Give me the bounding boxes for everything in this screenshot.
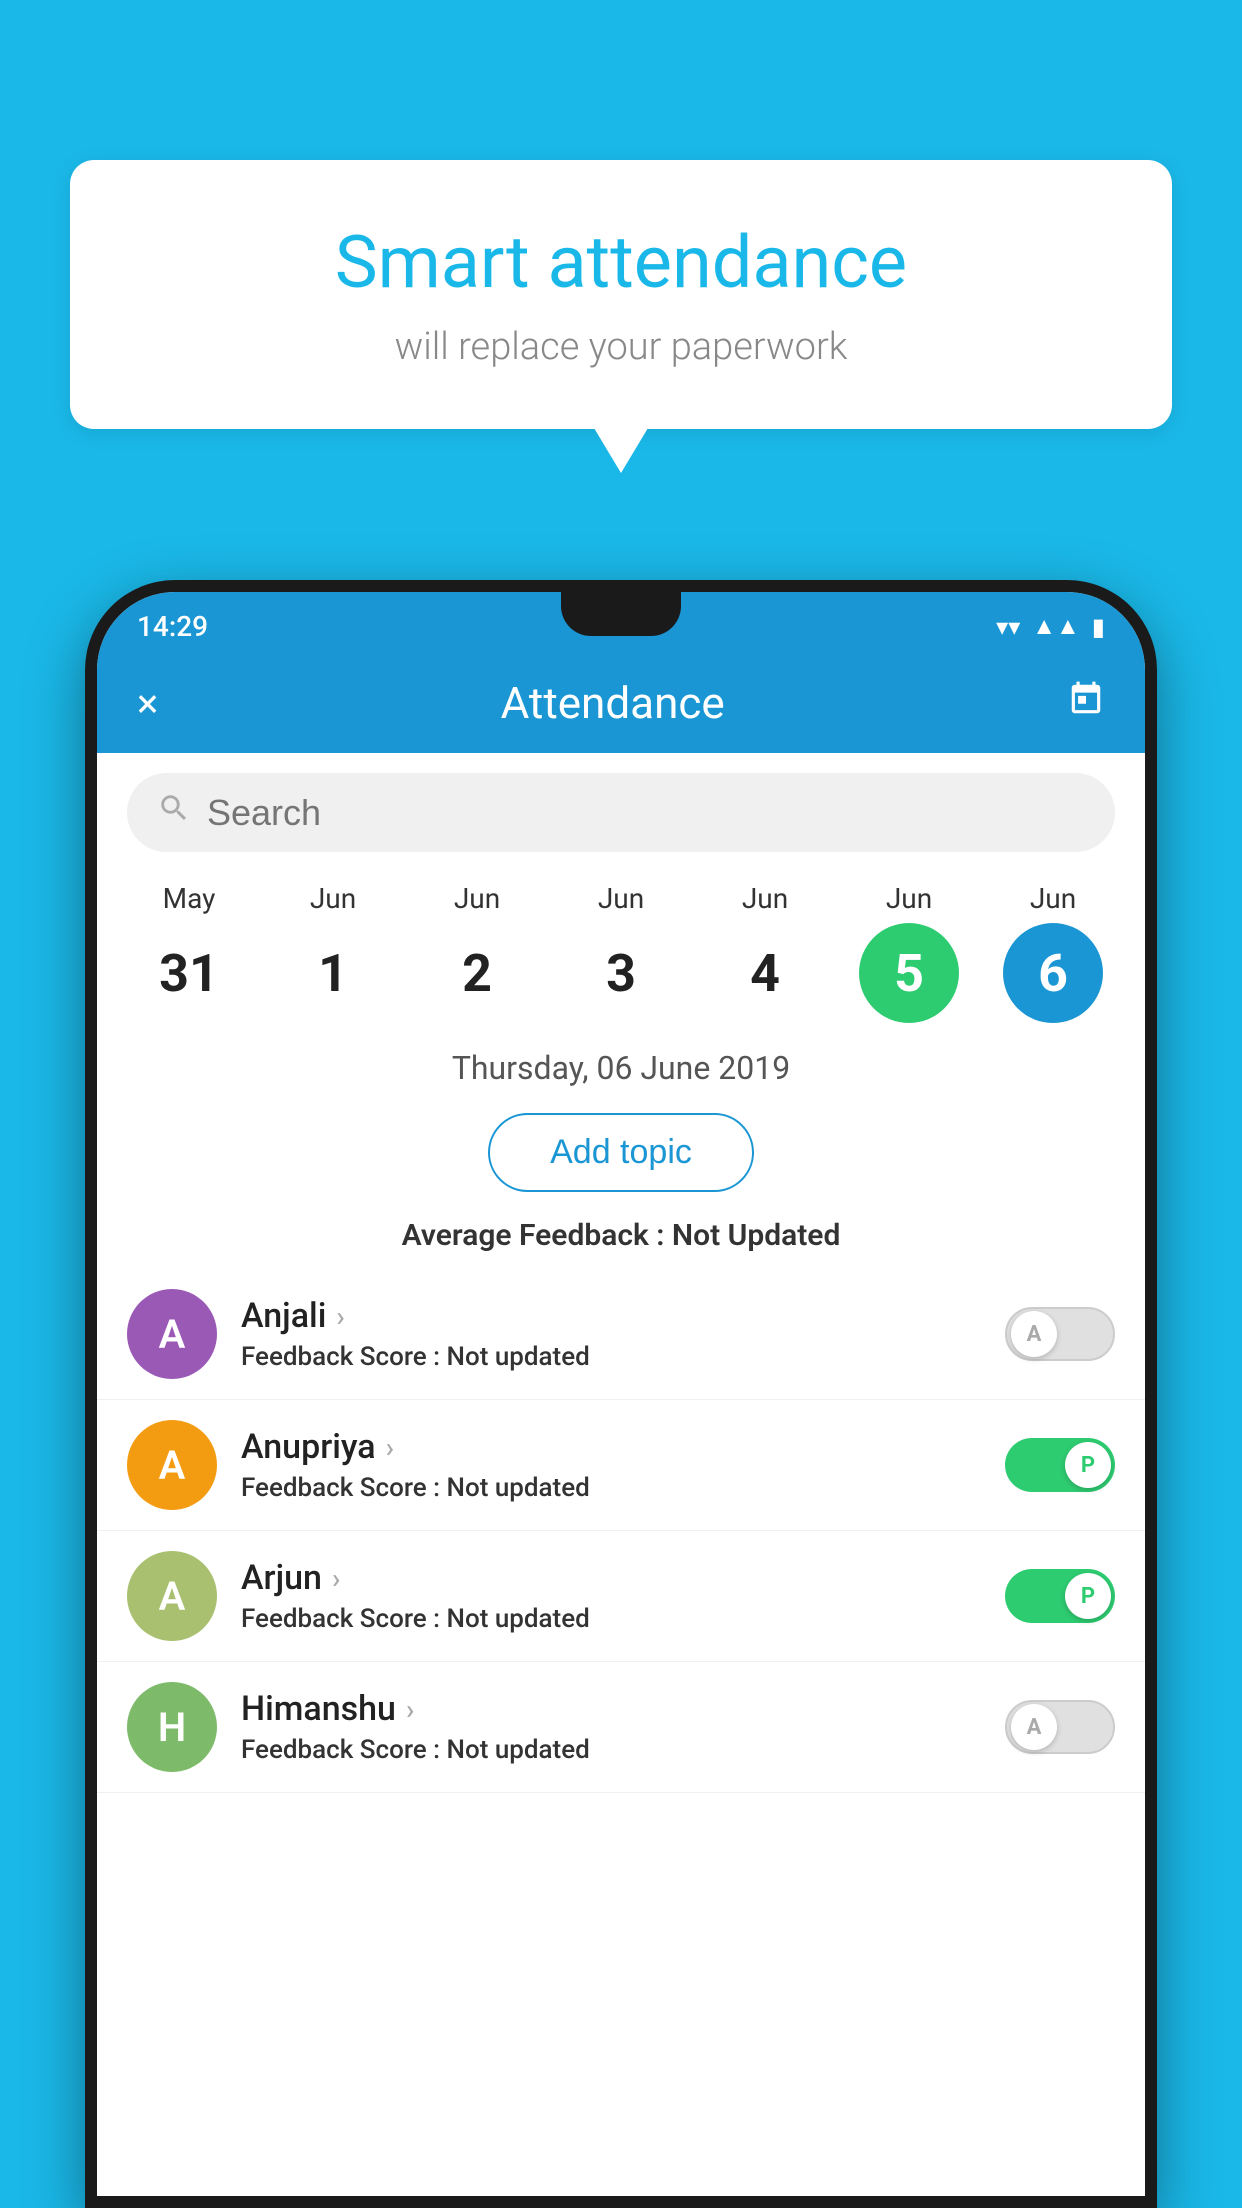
- avg-feedback-value: Not Updated: [672, 1218, 840, 1253]
- month-5: Jun: [886, 882, 932, 915]
- toggle-container[interactable]: A: [1005, 1700, 1115, 1754]
- student-name: Himanshu ›: [241, 1689, 981, 1729]
- chevron-right-icon: ›: [386, 1431, 394, 1464]
- header-title: Attendance: [501, 677, 725, 729]
- signal-icon: ▲▲: [1032, 612, 1080, 641]
- wifi-icon: ▾▾: [996, 613, 1020, 641]
- date-col-4[interactable]: Jun 4: [700, 882, 830, 1023]
- day-3: 3: [571, 923, 671, 1023]
- search-icon: [157, 791, 191, 834]
- status-bar: 14:29 ▾▾ ▲▲ ▮: [97, 592, 1145, 653]
- close-button[interactable]: ×: [137, 680, 158, 727]
- list-item: H Himanshu › Feedback Score : Not update…: [97, 1662, 1145, 1793]
- search-bar[interactable]: [127, 773, 1115, 852]
- avg-feedback-label: Average Feedback :: [402, 1218, 672, 1253]
- speech-bubble-container: Smart attendance will replace your paper…: [70, 160, 1172, 429]
- avg-feedback: Average Feedback : Not Updated: [97, 1202, 1145, 1269]
- feedback-score: Feedback Score : Not updated: [241, 1342, 981, 1372]
- date-col-5[interactable]: Jun 5: [844, 882, 974, 1023]
- student-info[interactable]: Anupriya › Feedback Score : Not updated: [241, 1427, 981, 1503]
- student-name: Anupriya ›: [241, 1427, 981, 1467]
- chevron-right-icon: ›: [336, 1300, 344, 1333]
- speech-bubble: Smart attendance will replace your paper…: [70, 160, 1172, 429]
- day-0: 31: [139, 923, 239, 1023]
- search-input[interactable]: [207, 792, 1085, 834]
- day-6: 6: [1003, 923, 1103, 1023]
- list-item: A Anupriya › Feedback Score : Not update…: [97, 1400, 1145, 1531]
- selected-date: Thursday, 06 June 2019: [97, 1033, 1145, 1103]
- toggle-container[interactable]: A: [1005, 1307, 1115, 1361]
- date-col-6[interactable]: Jun 6: [988, 882, 1118, 1023]
- notch: [561, 592, 681, 636]
- day-5: 5: [859, 923, 959, 1023]
- feedback-score: Feedback Score : Not updated: [241, 1604, 981, 1634]
- toggle-knob: P: [1065, 1442, 1111, 1488]
- app-header: × Attendance: [97, 653, 1145, 753]
- attendance-toggle[interactable]: A: [1005, 1307, 1115, 1361]
- attendance-toggle[interactable]: P: [1005, 1438, 1115, 1492]
- calendar-row: May 31 Jun 1 Jun 2 Jun 3 Jun 4: [97, 872, 1145, 1033]
- toggle-knob: P: [1065, 1573, 1111, 1619]
- avatar: A: [127, 1420, 217, 1510]
- student-name: Arjun ›: [241, 1558, 981, 1598]
- phone-screen: 14:29 ▾▾ ▲▲ ▮ × Attendance: [97, 592, 1145, 2196]
- status-icons: ▾▾ ▲▲ ▮: [996, 612, 1105, 641]
- month-6: Jun: [1030, 882, 1076, 915]
- student-info[interactable]: Anjali › Feedback Score : Not updated: [241, 1296, 981, 1372]
- list-item: A Arjun › Feedback Score : Not updated P: [97, 1531, 1145, 1662]
- status-time: 14:29: [137, 610, 208, 643]
- feedback-score: Feedback Score : Not updated: [241, 1735, 981, 1765]
- bubble-title: Smart attendance: [150, 220, 1092, 305]
- avatar: A: [127, 1289, 217, 1379]
- toggle-container[interactable]: P: [1005, 1569, 1115, 1623]
- avatar: A: [127, 1551, 217, 1641]
- month-3: Jun: [598, 882, 644, 915]
- month-0: May: [163, 882, 216, 915]
- day-2: 2: [427, 923, 527, 1023]
- chevron-right-icon: ›: [332, 1562, 340, 1595]
- date-col-3[interactable]: Jun 3: [556, 882, 686, 1023]
- student-list: A Anjali › Feedback Score : Not updated …: [97, 1269, 1145, 2196]
- feedback-score: Feedback Score : Not updated: [241, 1473, 981, 1503]
- toggle-container[interactable]: P: [1005, 1438, 1115, 1492]
- day-1: 1: [283, 923, 383, 1023]
- month-4: Jun: [742, 882, 788, 915]
- month-2: Jun: [454, 882, 500, 915]
- student-name: Anjali ›: [241, 1296, 981, 1336]
- toggle-knob: A: [1011, 1704, 1057, 1750]
- student-info[interactable]: Himanshu › Feedback Score : Not updated: [241, 1689, 981, 1765]
- bubble-subtitle: will replace your paperwork: [150, 325, 1092, 369]
- date-col-0[interactable]: May 31: [124, 882, 254, 1023]
- phone-frame: 14:29 ▾▾ ▲▲ ▮ × Attendance: [85, 580, 1157, 2208]
- chevron-right-icon: ›: [406, 1693, 414, 1726]
- student-info[interactable]: Arjun › Feedback Score : Not updated: [241, 1558, 981, 1634]
- battery-icon: ▮: [1092, 613, 1105, 641]
- attendance-toggle[interactable]: A: [1005, 1700, 1115, 1754]
- toggle-knob: A: [1011, 1311, 1057, 1357]
- add-topic-button[interactable]: Add topic: [488, 1113, 754, 1192]
- calendar-icon[interactable]: [1067, 680, 1105, 727]
- attendance-toggle[interactable]: P: [1005, 1569, 1115, 1623]
- avatar: H: [127, 1682, 217, 1772]
- day-4: 4: [715, 923, 815, 1023]
- month-1: Jun: [310, 882, 356, 915]
- date-col-1[interactable]: Jun 1: [268, 882, 398, 1023]
- list-item: A Anjali › Feedback Score : Not updated …: [97, 1269, 1145, 1400]
- date-col-2[interactable]: Jun 2: [412, 882, 542, 1023]
